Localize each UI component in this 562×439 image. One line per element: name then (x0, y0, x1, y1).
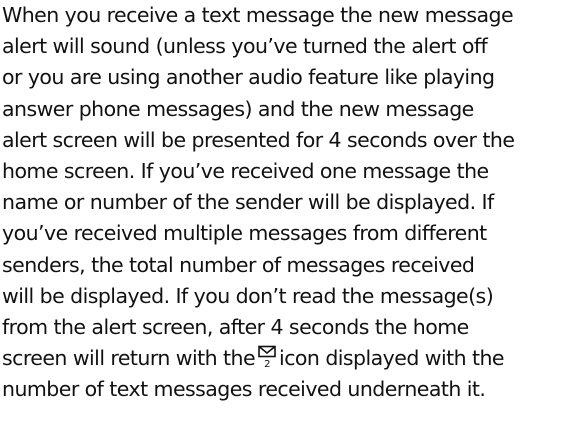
paragraph-line: from the alert screen, after 4 seconds t… (2, 315, 469, 340)
paragraph-line: alert screen will be presented for 4 sec… (2, 127, 515, 152)
envelope-icon-count: 2 (264, 359, 270, 369)
paragraph-line: will be displayed. If you don’t read the… (2, 283, 494, 308)
paragraph-line: senders, the total number of messages re… (2, 252, 475, 277)
paragraph-line: number of text messages received underne… (2, 377, 486, 402)
line-text-after-icon: icon displayed with the (279, 346, 505, 371)
paragraph-line: you’ve received multiple messages from d… (2, 221, 487, 246)
paragraph-line: alert will sound (unless you’ve turned t… (2, 34, 488, 59)
paragraph-line: answer phone messages) and the new messa… (2, 96, 474, 121)
line-text-before-icon: screen will return with the (2, 346, 256, 371)
paragraph-line: name or number of the sender will be dis… (2, 190, 494, 215)
document-body: When you receive a text message the new … (0, 0, 562, 439)
paragraph-line: or you are using another audio feature l… (2, 65, 495, 90)
paragraph: When you receive a text message the new … (2, 0, 560, 406)
paragraph-line: When you receive a text message the new … (2, 3, 514, 27)
envelope-icon: 2 (258, 345, 276, 369)
paragraph-line-with-icon: screen will return with the 2 icon display… (2, 343, 560, 374)
paragraph-line: home screen. If you’ve received one mess… (2, 159, 489, 184)
